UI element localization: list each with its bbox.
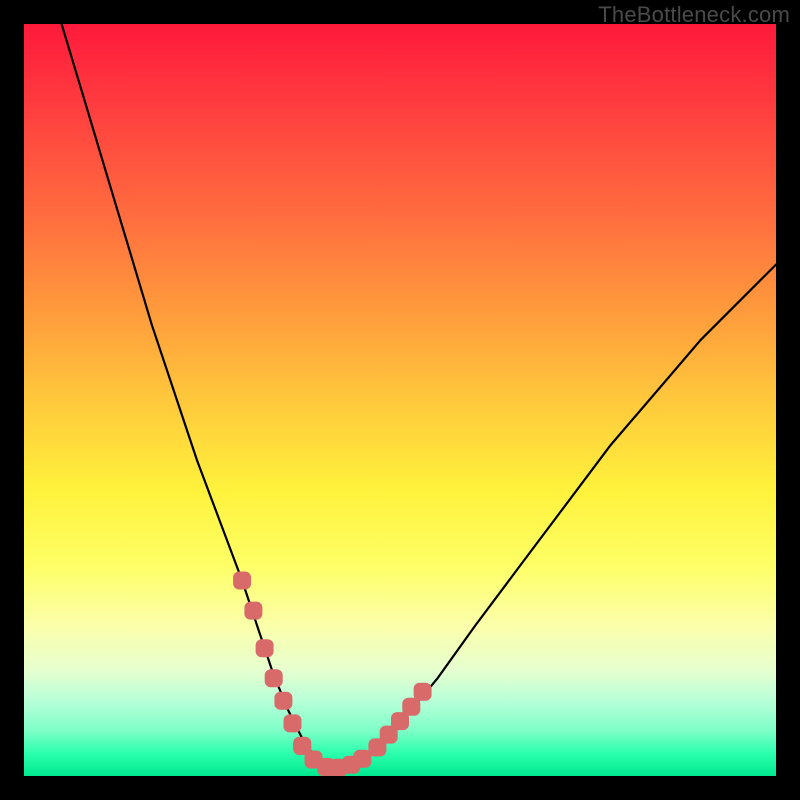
- highlight-dot: [402, 698, 420, 716]
- highlight-dot: [233, 572, 251, 590]
- highlight-dot: [414, 683, 432, 701]
- chart-plot-area: [24, 24, 776, 776]
- highlight-dot: [274, 692, 292, 710]
- bottleneck-curve: [62, 24, 776, 769]
- highlight-dot: [353, 750, 371, 768]
- highlight-dot: [265, 669, 283, 687]
- highlight-dot: [284, 714, 302, 732]
- chart-svg: [24, 24, 776, 776]
- chart-frame: TheBottleneck.com: [0, 0, 800, 800]
- highlight-dots: [233, 572, 432, 777]
- highlight-dot: [256, 639, 274, 657]
- watermark-text: TheBottleneck.com: [598, 2, 790, 28]
- highlight-dot: [244, 602, 262, 620]
